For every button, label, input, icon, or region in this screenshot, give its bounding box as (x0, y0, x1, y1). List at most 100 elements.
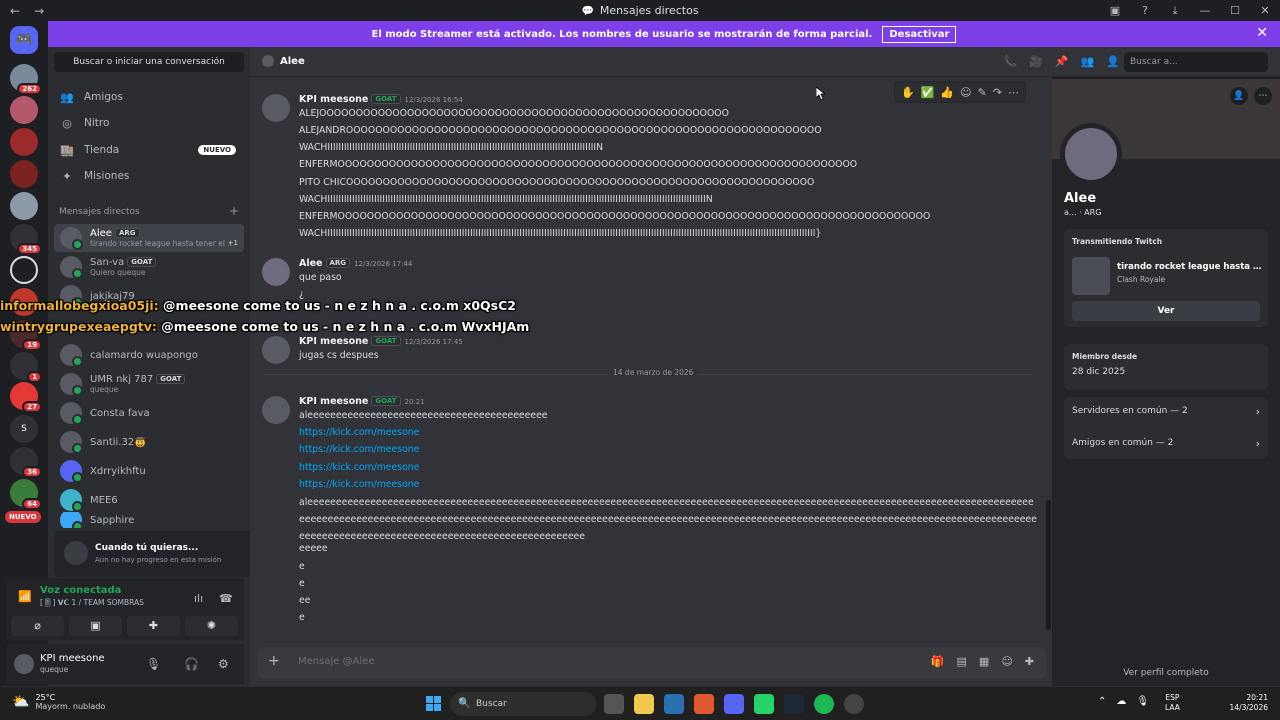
taskbar-search[interactable]: 🔍 Buscar (450, 692, 596, 716)
dm-item[interactable]: calamardo wuapongo (54, 341, 244, 369)
close-banner-icon[interactable]: ✕ (1256, 25, 1268, 41)
nav-quests[interactable]: ✦ Misiones (54, 164, 244, 188)
chat-search-input[interactable]: Buscar a... (1124, 52, 1268, 72)
profile-avatar[interactable] (1060, 123, 1122, 185)
server-icon[interactable]: 27 (10, 382, 42, 413)
dm-item[interactable]: Alee ARG tirando rocket league hasta tener… (54, 224, 244, 252)
server-icon[interactable]: 345 (10, 224, 42, 255)
avatar[interactable] (262, 258, 290, 286)
video-call-icon[interactable]: 🎥 (1029, 55, 1043, 68)
edit-icon[interactable]: ✎ (978, 86, 987, 99)
screen-share-icon[interactable]: ▣ (69, 616, 122, 636)
server-icon[interactable]: 64 (10, 479, 42, 510)
settings-gear-icon[interactable]: ⚙ (218, 657, 229, 671)
add-reaction-icon[interactable]: ☺ (960, 86, 971, 99)
language-indicator[interactable]: ESP LAA (1165, 693, 1180, 713)
nav-shop[interactable]: 🏬 Tienda NUEVO (54, 138, 244, 162)
voice-channel[interactable]: [🎚] 𝗩𝗖 1 / TEAM SOMBRAS (40, 598, 144, 607)
message-link[interactable]: https://kick.com/meesone (299, 462, 419, 473)
message-link[interactable]: https://kick.com/meesone (299, 427, 419, 438)
dm-item[interactable]: MEE6 (54, 486, 244, 514)
clock[interactable]: 20:21 14/3/2026 (1226, 693, 1268, 713)
dm-item[interactable]: Consta fava (54, 399, 244, 427)
maximize-button[interactable]: ☐ (1220, 0, 1250, 21)
inbox-icon[interactable]: ▣ (1100, 0, 1130, 21)
reaction-check-icon[interactable]: ✅ (921, 86, 935, 99)
dm-item[interactable]: Sapphire (54, 512, 244, 528)
server-icon[interactable]: 262 (10, 64, 42, 95)
message-input[interactable]: Mensaje @Alee (298, 656, 375, 667)
task-view-icon[interactable] (604, 694, 624, 714)
server-icon[interactable]: 36 (10, 447, 42, 478)
author-name[interactable]: Alee (299, 258, 323, 269)
avatar[interactable] (262, 396, 290, 424)
discord-taskbar-icon[interactable] (724, 694, 744, 714)
sticker-icon[interactable]: ▦ (979, 655, 989, 668)
camera-off-icon[interactable]: ⌀ (11, 616, 64, 636)
help-icon[interactable]: ? (1130, 0, 1160, 21)
reaction-hand-icon[interactable]: ✋ (901, 86, 915, 99)
apps-icon[interactable]: ✚ (1025, 655, 1034, 668)
home-discord-icon[interactable]: 🎮 (10, 26, 38, 54)
more-options-icon[interactable]: ⋯ (1008, 86, 1019, 99)
spotify-icon[interactable] (814, 694, 834, 714)
dm-item[interactable]: San-va GOAT Quiero queque (54, 253, 244, 281)
close-window-button[interactable]: ✕ (1250, 0, 1280, 21)
server-icon[interactable] (10, 192, 38, 220)
server-icon[interactable]: S (10, 415, 38, 443)
more-options-icon[interactable]: ⋯ (1254, 87, 1272, 105)
attach-plus-icon[interactable]: + (268, 653, 280, 669)
dm-item[interactable]: Xdrryikhftu (54, 457, 244, 485)
gif-icon[interactable]: ▤ (957, 655, 967, 668)
windows-start-icon[interactable] (426, 696, 441, 711)
headphones-icon[interactable]: 🎧 (184, 657, 199, 671)
author-name[interactable]: KPI meesone (299, 396, 368, 407)
deactivate-streamer-button[interactable]: Desactivar (882, 25, 957, 43)
server-icon[interactable] (10, 96, 38, 124)
reaction-thumbs-up-icon[interactable]: 👍 (940, 86, 954, 99)
gift-icon[interactable]: 🎁 (931, 655, 945, 668)
create-dm-icon[interactable]: + (229, 204, 239, 218)
tray-expand-icon[interactable]: ⌃ (1098, 696, 1106, 707)
mic-tray-icon[interactable]: 🎙 (1136, 696, 1149, 707)
add-friends-icon[interactable]: 👥 (1081, 55, 1095, 68)
server-icon[interactable] (10, 256, 38, 284)
avatar[interactable] (262, 336, 290, 364)
voice-status[interactable]: Voz conectada (40, 585, 121, 596)
forward-icon[interactable]: ↷ (993, 86, 1002, 99)
dm-item[interactable]: UMR nkj 787 GOAT queque (54, 370, 244, 398)
add-friend-icon[interactable]: 👤 (1230, 87, 1248, 105)
disconnect-icon[interactable]: ☎ (219, 592, 233, 605)
brave-icon[interactable] (694, 694, 714, 714)
voice-call-icon[interactable]: 📞 (1003, 55, 1017, 68)
pin-icon[interactable]: 📌 (1055, 55, 1069, 68)
download-icon[interactable]: ⤓ (1160, 0, 1190, 21)
activities-icon[interactable]: ✚ (127, 616, 180, 636)
chat-scrollbar[interactable] (1046, 500, 1051, 630)
avatar[interactable] (262, 94, 290, 122)
author-name[interactable]: KPI meesone (299, 94, 368, 105)
weather-widget[interactable]: ⛅ 25°C Mayorm. nublado (12, 693, 105, 711)
nav-nitro[interactable]: ◎ Nitro (54, 111, 244, 135)
minimize-button[interactable]: — (1190, 0, 1220, 21)
whatsapp-icon[interactable] (754, 694, 774, 714)
view-full-profile-link[interactable]: Ver perfil completo (1052, 668, 1280, 678)
dm-item[interactable]: Santii.32🤠 (54, 428, 244, 456)
steam-icon[interactable] (784, 694, 804, 714)
cloud-icon[interactable]: ☁ (1116, 696, 1126, 707)
watch-stream-button[interactable]: Ver (1072, 301, 1260, 321)
microphone-icon[interactable]: 🎙 (146, 657, 161, 671)
avatar[interactable] (14, 654, 34, 674)
find-conversation-button[interactable]: Buscar o iniciar una conversación (54, 52, 244, 72)
server-icon[interactable] (10, 128, 38, 156)
mutual-servers-row[interactable]: Servidores en común — 2 › (1072, 405, 1260, 418)
emoji-icon[interactable]: ☺ (1001, 655, 1012, 668)
nav-friends[interactable]: 👥 Amigos (54, 85, 244, 109)
author-name[interactable]: KPI meesone (299, 336, 368, 347)
message-link[interactable]: https://kick.com/meesone (299, 479, 419, 490)
soundboard-icon[interactable]: ılı (194, 592, 203, 605)
server-icon[interactable]: 1 (10, 352, 42, 383)
mutual-friends-row[interactable]: Amigos en común — 2 › (1072, 437, 1260, 450)
server-icon[interactable] (10, 160, 38, 188)
store-icon[interactable] (664, 694, 684, 714)
